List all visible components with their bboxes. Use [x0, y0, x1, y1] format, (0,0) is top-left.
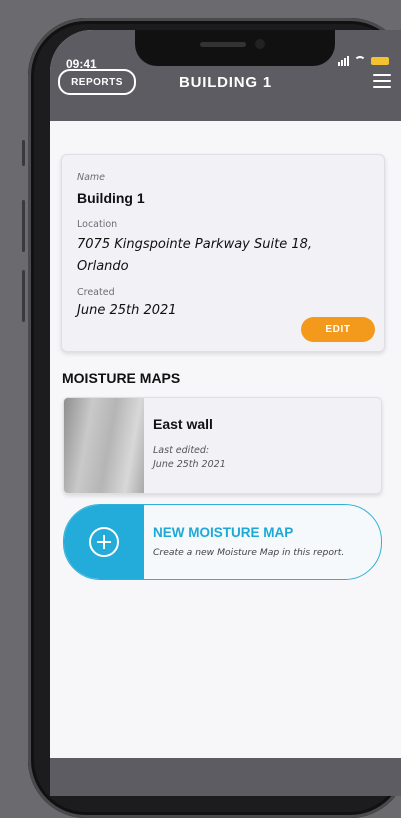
map-name: East wall	[153, 416, 213, 432]
created-label: Created	[77, 287, 115, 298]
new-map-title: NEW MOISTURE MAP	[153, 525, 294, 540]
app-screen: 09:41 REPORTS BUILDING 1 Name Building 1…	[50, 30, 401, 796]
bottom-logo	[133, 784, 253, 796]
hamburger-menu-icon[interactable]	[373, 74, 391, 88]
page-title: BUILDING 1	[178, 74, 272, 91]
side-button	[22, 200, 25, 252]
name-label: Name	[77, 172, 106, 183]
building-name: Building 1	[77, 190, 145, 206]
side-button	[22, 270, 25, 322]
camera	[255, 39, 265, 49]
moisture-map-card[interactable]: East wall Last edited: June 25th 2021	[63, 397, 382, 494]
signal-icon	[338, 56, 349, 66]
edit-button[interactable]: EDIT	[301, 317, 375, 342]
map-thumbnail	[64, 398, 144, 493]
status-icons	[338, 56, 389, 66]
moisture-maps-heading: MOISTURE MAPS	[62, 370, 181, 386]
speaker	[200, 42, 246, 47]
created-date: June 25th 2021	[77, 303, 177, 318]
new-map-subtitle: Create a new Moisture Map in this report…	[153, 547, 345, 558]
wifi-icon	[354, 56, 366, 66]
side-button	[22, 140, 25, 166]
location-line-1: 7075 Kingspointe Parkway Suite 18,	[77, 237, 313, 252]
last-edited-label: Last edited:	[153, 445, 210, 456]
location-label: Location	[77, 219, 118, 230]
location-line-2: Orlando	[77, 259, 129, 274]
plus-circle-icon	[89, 527, 119, 557]
notch	[135, 30, 335, 66]
last-edited-date: June 25th 2021	[153, 459, 226, 470]
building-info-card: Name Building 1 Location 7075 Kingspoint…	[61, 154, 385, 352]
new-moisture-map-button[interactable]: NEW MOISTURE MAP Create a new Moisture M…	[63, 504, 382, 580]
battery-icon	[371, 57, 389, 65]
new-map-icon-area	[64, 505, 144, 579]
